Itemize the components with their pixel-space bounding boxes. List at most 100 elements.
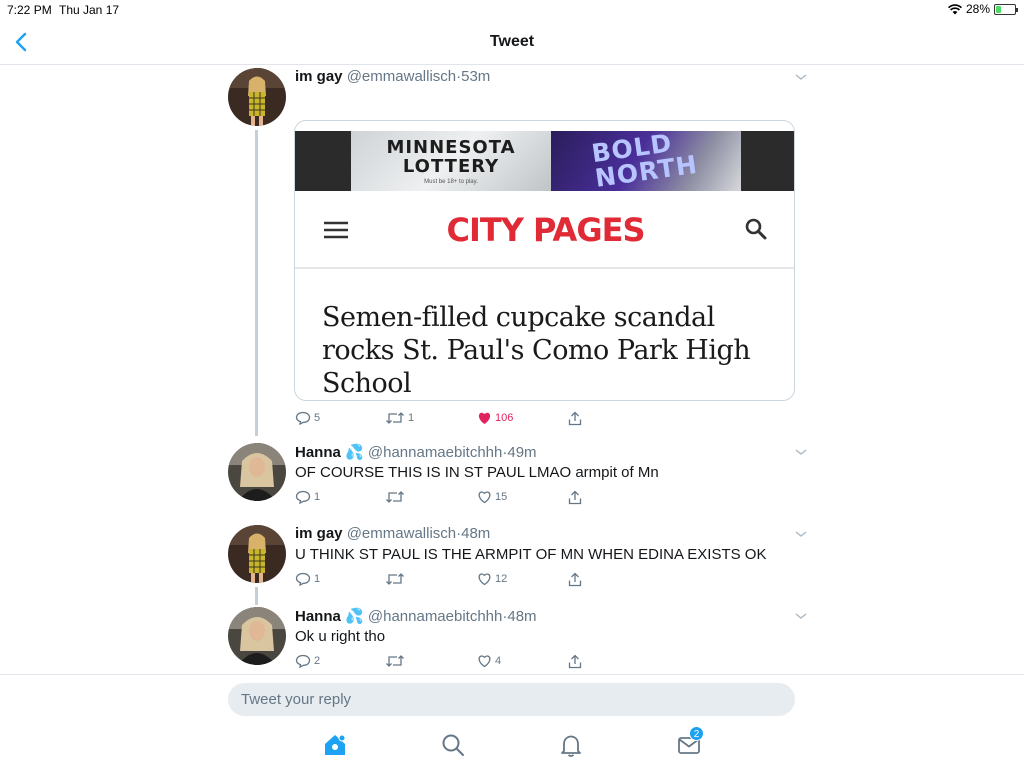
search-icon[interactable] <box>440 732 466 758</box>
tweet[interactable]: im gay @emmawallisch·53m MINNESOTA LOTTER… <box>228 68 808 436</box>
reply-icon <box>295 654 311 668</box>
tweet-header: im gay @emmawallisch·53m <box>295 68 491 85</box>
ad-brand: MINNESOTA LOTTERY <box>386 137 516 177</box>
user-handle[interactable]: @emmawallisch <box>347 525 456 542</box>
retweet-button[interactable] <box>385 572 408 586</box>
droplets-emoji: 💦 <box>345 608 364 625</box>
like-button[interactable]: 106 <box>477 411 513 425</box>
battery-fill <box>996 5 1002 13</box>
tweet-text: Ok u right tho <box>295 628 386 645</box>
tweet-header: Hanna 💦 @hannamaebitchhh·49m <box>295 444 537 461</box>
reply-input[interactable] <box>228 683 795 716</box>
retweet-icon <box>386 655 404 667</box>
heart-icon <box>478 655 491 668</box>
reply-count: 2 <box>314 655 321 667</box>
tweet-thread: im gay @emmawallisch·53m MINNESOTA LOTTER… <box>0 66 1024 674</box>
tweet-age: 48m <box>507 608 537 625</box>
page-title: Tweet <box>489 33 535 50</box>
chevron-down-icon[interactable] <box>794 72 808 82</box>
share-icon <box>568 411 582 426</box>
battery-icon <box>994 3 1018 15</box>
user-handle[interactable]: @emmawallisch <box>347 68 456 85</box>
avatar[interactable] <box>228 607 286 665</box>
tweet[interactable]: Hanna 💦 @hannamaebitchhh·48m Ok u right … <box>228 607 808 674</box>
reply-button[interactable]: 1 <box>295 490 320 504</box>
ad-banner[interactable]: MINNESOTA LOTTERY Must be 18+ to play. BO… <box>295 128 794 193</box>
user-handle[interactable]: @hannamaebitchhh <box>368 608 503 625</box>
site-header: CITY PAGES <box>295 191 794 269</box>
avatar[interactable] <box>228 525 286 583</box>
display-name[interactable]: im gay <box>295 68 343 85</box>
tweet[interactable]: im gay @emmawallisch·48m U THINK ST PAUL… <box>228 525 808 605</box>
reply-icon <box>295 411 311 425</box>
tweet-text: U THINK ST PAUL IS THE ARMPIT OF MN WHEN… <box>295 546 767 563</box>
tweet-header: Hanna 💦 @hannamaebitchhh·48m <box>295 608 537 625</box>
article-headline: Semen-filled cupcake scandal rocks St. P… <box>322 302 751 399</box>
retweet-button[interactable] <box>385 654 408 668</box>
home-icon[interactable] <box>322 732 348 758</box>
like-count: 4 <box>495 655 502 667</box>
link-card[interactable]: MINNESOTA LOTTERY Must be 18+ to play. BO… <box>294 120 795 401</box>
search-icon <box>745 218 767 240</box>
status-right: 28% <box>948 2 1018 16</box>
tab-messages[interactable]: 2 <box>676 726 704 758</box>
heart-icon <box>478 573 491 586</box>
display-name[interactable]: im gay <box>295 525 343 542</box>
heart-filled-icon <box>478 412 491 424</box>
ad-campaign: BOLD NORTH <box>589 128 700 193</box>
heart-icon <box>478 491 491 504</box>
reply-button[interactable]: 2 <box>295 654 320 668</box>
chevron-down-icon[interactable] <box>794 447 808 457</box>
tweet-age: 49m <box>507 444 537 461</box>
like-count: 15 <box>495 491 508 503</box>
like-button[interactable]: 4 <box>477 654 501 668</box>
display-name[interactable]: Hanna <box>295 608 341 625</box>
share-icon <box>568 572 582 587</box>
reply-icon <box>295 490 311 504</box>
share-button[interactable] <box>568 654 582 669</box>
retweet-icon <box>386 412 404 424</box>
share-button[interactable] <box>568 490 582 505</box>
retweet-button[interactable] <box>385 490 408 504</box>
bell-icon[interactable] <box>558 732 584 758</box>
tweet-age: 48m <box>461 525 491 542</box>
battery-percent: 28% <box>965 2 990 16</box>
tweet-header: im gay @emmawallisch·48m <box>295 525 491 542</box>
like-button[interactable]: 15 <box>477 490 507 504</box>
reply-bar <box>0 674 1024 720</box>
reply-icon <box>295 572 311 586</box>
status-time: 7:22 PM <box>7 3 52 17</box>
thread-line <box>255 130 258 436</box>
status-bar: 7:22 PM Thu Jan 17 28% <box>0 0 1024 20</box>
wifi-icon <box>948 3 962 14</box>
nav-bar: Tweet <box>0 20 1024 65</box>
retweet-button[interactable]: 1 <box>385 411 414 425</box>
reply-button[interactable]: 5 <box>295 411 320 425</box>
display-name[interactable]: Hanna <box>295 444 341 461</box>
like-count: 12 <box>495 573 508 585</box>
tweet[interactable]: Hanna 💦 @hannamaebitchhh·49m OF COURSE T… <box>228 443 808 515</box>
thread-line <box>255 587 258 605</box>
share-button[interactable] <box>568 572 582 587</box>
chevron-down-icon[interactable] <box>794 529 808 539</box>
droplets-emoji: 💦 <box>345 444 364 461</box>
tab-bar: 2 <box>0 720 1024 768</box>
avatar[interactable] <box>228 443 286 501</box>
reply-count: 5 <box>314 412 321 424</box>
share-button[interactable] <box>568 411 582 426</box>
avatar[interactable] <box>228 68 286 126</box>
share-icon <box>568 490 582 505</box>
user-handle[interactable]: @hannamaebitchhh <box>368 444 503 461</box>
like-button[interactable]: 12 <box>477 572 507 586</box>
retweet-icon <box>386 491 404 503</box>
reply-button[interactable]: 1 <box>295 572 320 586</box>
tweet-text: OF COURSE THIS IS IN ST PAUL LMAO armpit… <box>295 464 659 481</box>
like-count: 106 <box>495 412 514 424</box>
retweet-icon <box>386 573 404 585</box>
reply-count: 1 <box>314 573 321 585</box>
share-icon <box>568 654 582 669</box>
notification-badge: 2 <box>689 726 704 741</box>
chevron-down-icon[interactable] <box>794 611 808 621</box>
retweet-count: 1 <box>408 412 415 424</box>
site-logo: CITY PAGES <box>446 211 646 249</box>
